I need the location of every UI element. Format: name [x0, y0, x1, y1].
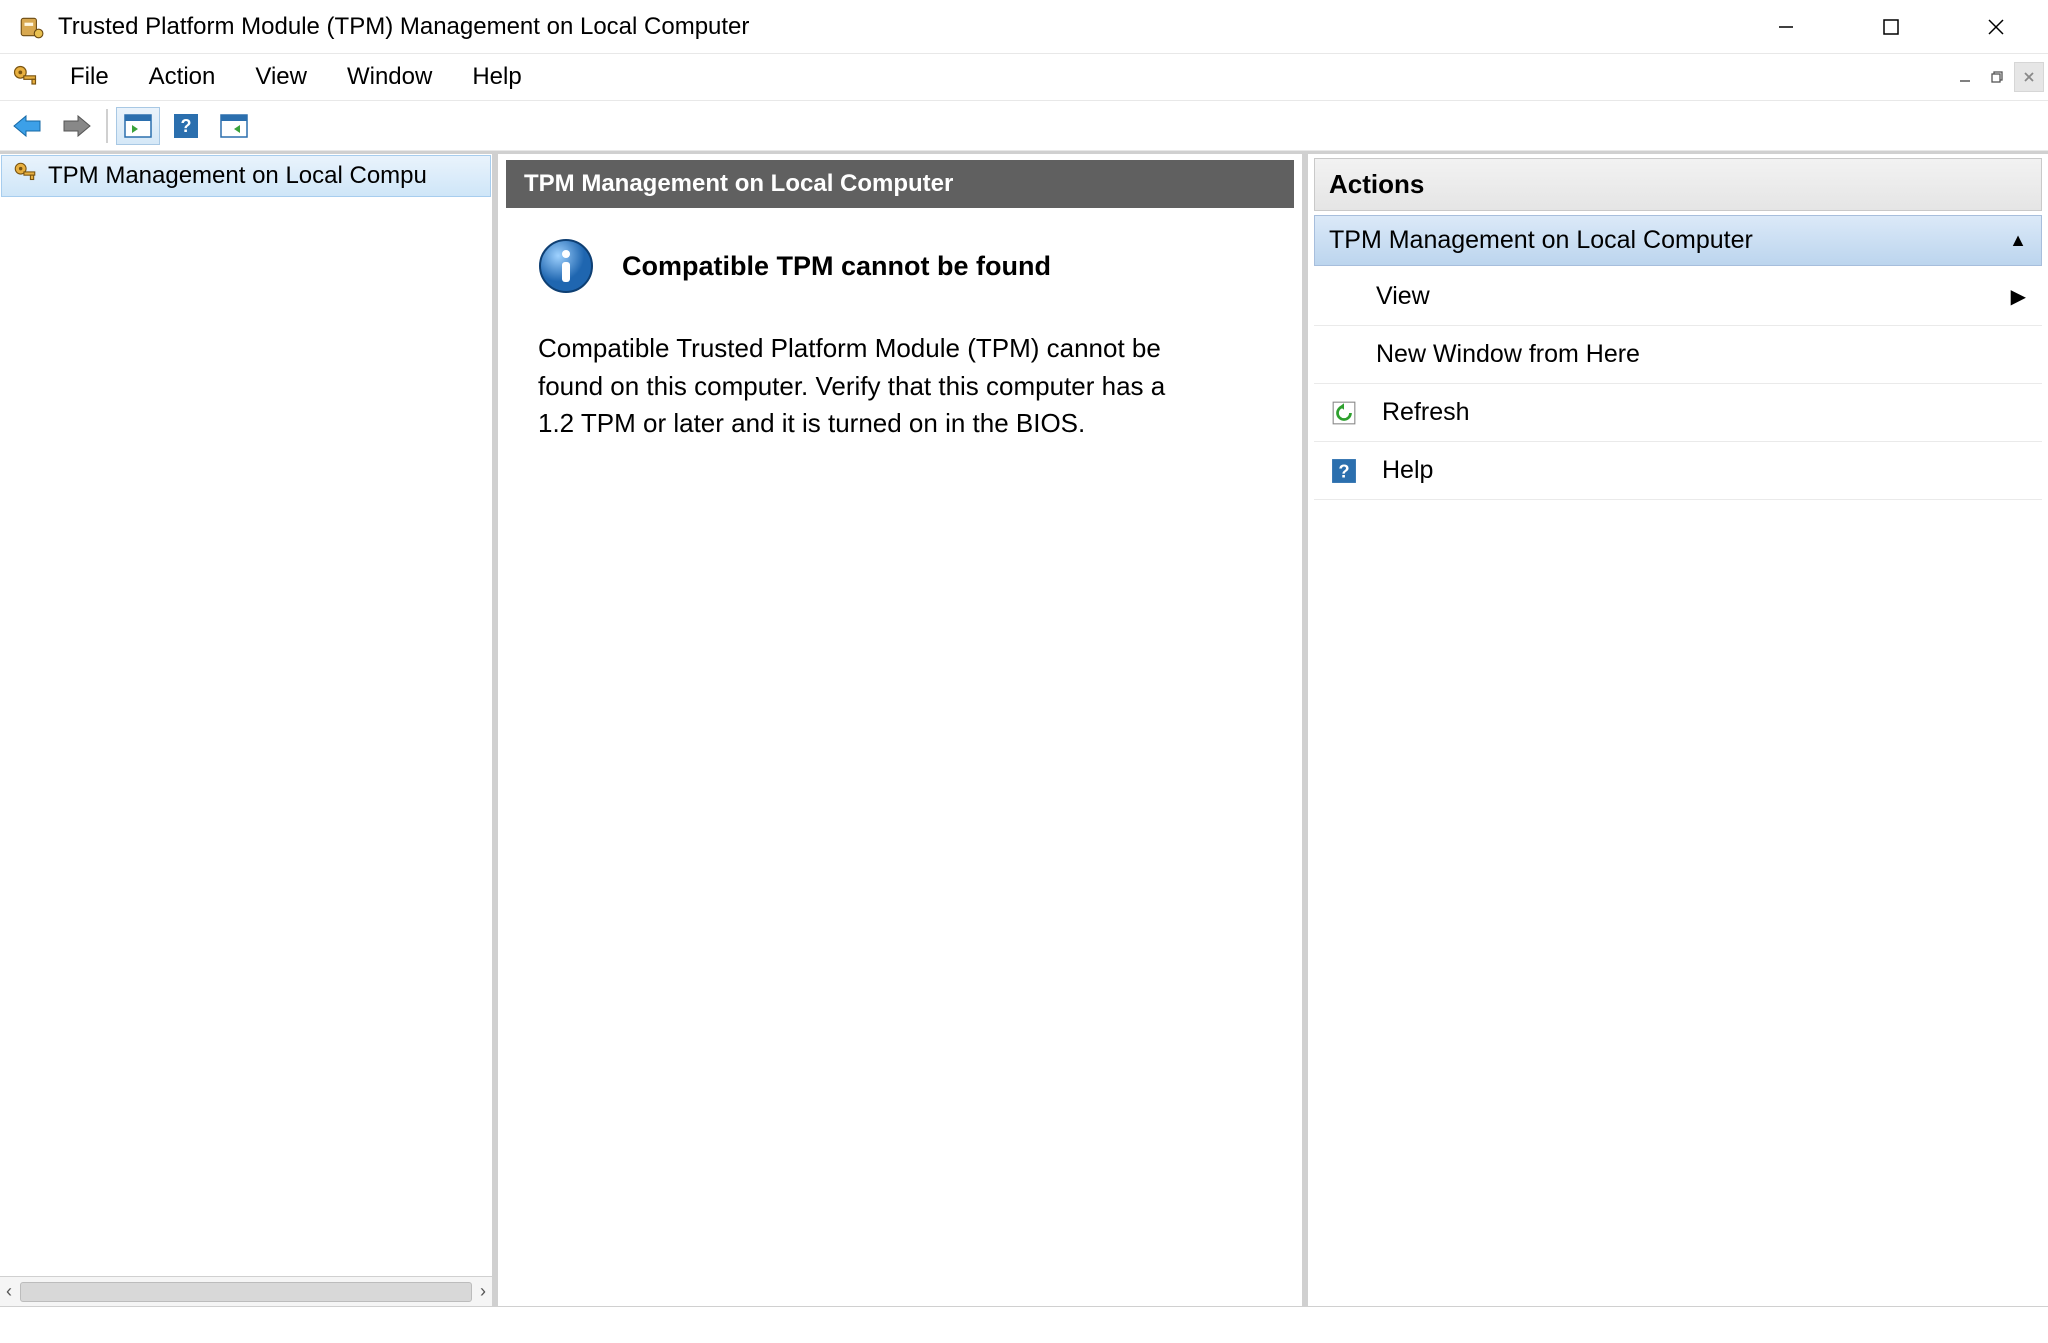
tpm-key-icon	[0, 63, 50, 91]
actions-pane: Actions TPM Management on Local Computer…	[1308, 154, 2048, 1306]
toolbar: ?	[0, 101, 2048, 151]
titlebar: Trusted Platform Module (TPM) Management…	[0, 0, 2048, 53]
svg-text:?: ?	[181, 116, 192, 136]
window-title: Trusted Platform Module (TPM) Management…	[58, 13, 749, 41]
svg-text:?: ?	[1338, 460, 1349, 481]
mdi-controls	[1950, 54, 2048, 100]
menu-view[interactable]: View	[235, 54, 327, 100]
tree-horizontal-scrollbar[interactable]: ‹ ›	[0, 1276, 492, 1306]
details-header: TPM Management on Local Computer	[506, 160, 1294, 208]
show-hide-action-pane-button[interactable]	[212, 107, 256, 145]
info-icon	[538, 238, 594, 294]
window-controls	[1733, 0, 2048, 53]
message-body: Compatible Trusted Platform Module (TPM)…	[538, 330, 1198, 443]
help-icon: ?	[1330, 457, 1358, 485]
close-button[interactable]	[1943, 0, 2048, 53]
mdi-minimize-button[interactable]	[1950, 62, 1980, 92]
action-help-label: Help	[1382, 456, 1433, 485]
minimize-button[interactable]	[1733, 0, 1838, 53]
chevron-right-icon: ▶	[2011, 284, 2026, 309]
action-new-window[interactable]: New Window from Here	[1314, 326, 2042, 384]
message-row: Compatible TPM cannot be found	[538, 238, 1262, 294]
maximize-button[interactable]	[1838, 0, 1943, 53]
action-new-window-label: New Window from Here	[1376, 340, 1640, 369]
help-button[interactable]: ?	[164, 107, 208, 145]
content-area: TPM Management on Local Compu ‹ › TPM Ma…	[0, 151, 2048, 1306]
actions-section-tpm[interactable]: TPM Management on Local Computer ▲	[1314, 215, 2042, 266]
refresh-icon	[1330, 399, 1358, 427]
tree-root-tpm[interactable]: TPM Management on Local Compu	[1, 155, 491, 197]
toolbar-separator	[106, 109, 108, 143]
mmc-window: Trusted Platform Module (TPM) Management…	[0, 0, 2048, 1307]
details-content: Compatible TPM cannot be found Compatibl…	[506, 208, 1294, 473]
tpm-app-icon	[18, 14, 44, 40]
scroll-left-icon[interactable]: ‹	[6, 1281, 12, 1302]
show-hide-console-tree-button[interactable]	[116, 107, 160, 145]
details-pane: TPM Management on Local Computer Compati…	[498, 154, 1308, 1306]
action-view[interactable]: View ▶	[1314, 268, 2042, 326]
menu-action[interactable]: Action	[129, 54, 236, 100]
mdi-close-button[interactable]	[2014, 62, 2044, 92]
actions-section-label: TPM Management on Local Computer	[1329, 226, 1753, 255]
action-help[interactable]: ? Help	[1314, 442, 2042, 500]
mdi-restore-button[interactable]	[1982, 62, 2012, 92]
actions-title: Actions	[1314, 158, 2042, 211]
nav-back-button[interactable]	[6, 107, 50, 145]
action-view-label: View	[1376, 282, 1430, 311]
menu-file[interactable]: File	[50, 54, 129, 100]
action-refresh-label: Refresh	[1382, 398, 1470, 427]
actions-list: View ▶ New Window from Here Refresh ?	[1312, 268, 2044, 500]
scroll-right-icon[interactable]: ›	[480, 1281, 486, 1302]
nav-forward-button[interactable]	[54, 107, 98, 145]
scroll-thumb[interactable]	[20, 1282, 472, 1302]
collapse-up-icon: ▲	[2009, 230, 2027, 251]
message-heading: Compatible TPM cannot be found	[622, 251, 1051, 282]
menu-window[interactable]: Window	[327, 54, 452, 100]
console-tree-pane: TPM Management on Local Compu ‹ ›	[0, 154, 498, 1306]
tree-root-label: TPM Management on Local Compu	[48, 162, 427, 190]
menubar: File Action View Window Help	[0, 53, 2048, 101]
tpm-key-icon	[12, 160, 38, 193]
action-refresh[interactable]: Refresh	[1314, 384, 2042, 442]
menu-help[interactable]: Help	[452, 54, 541, 100]
